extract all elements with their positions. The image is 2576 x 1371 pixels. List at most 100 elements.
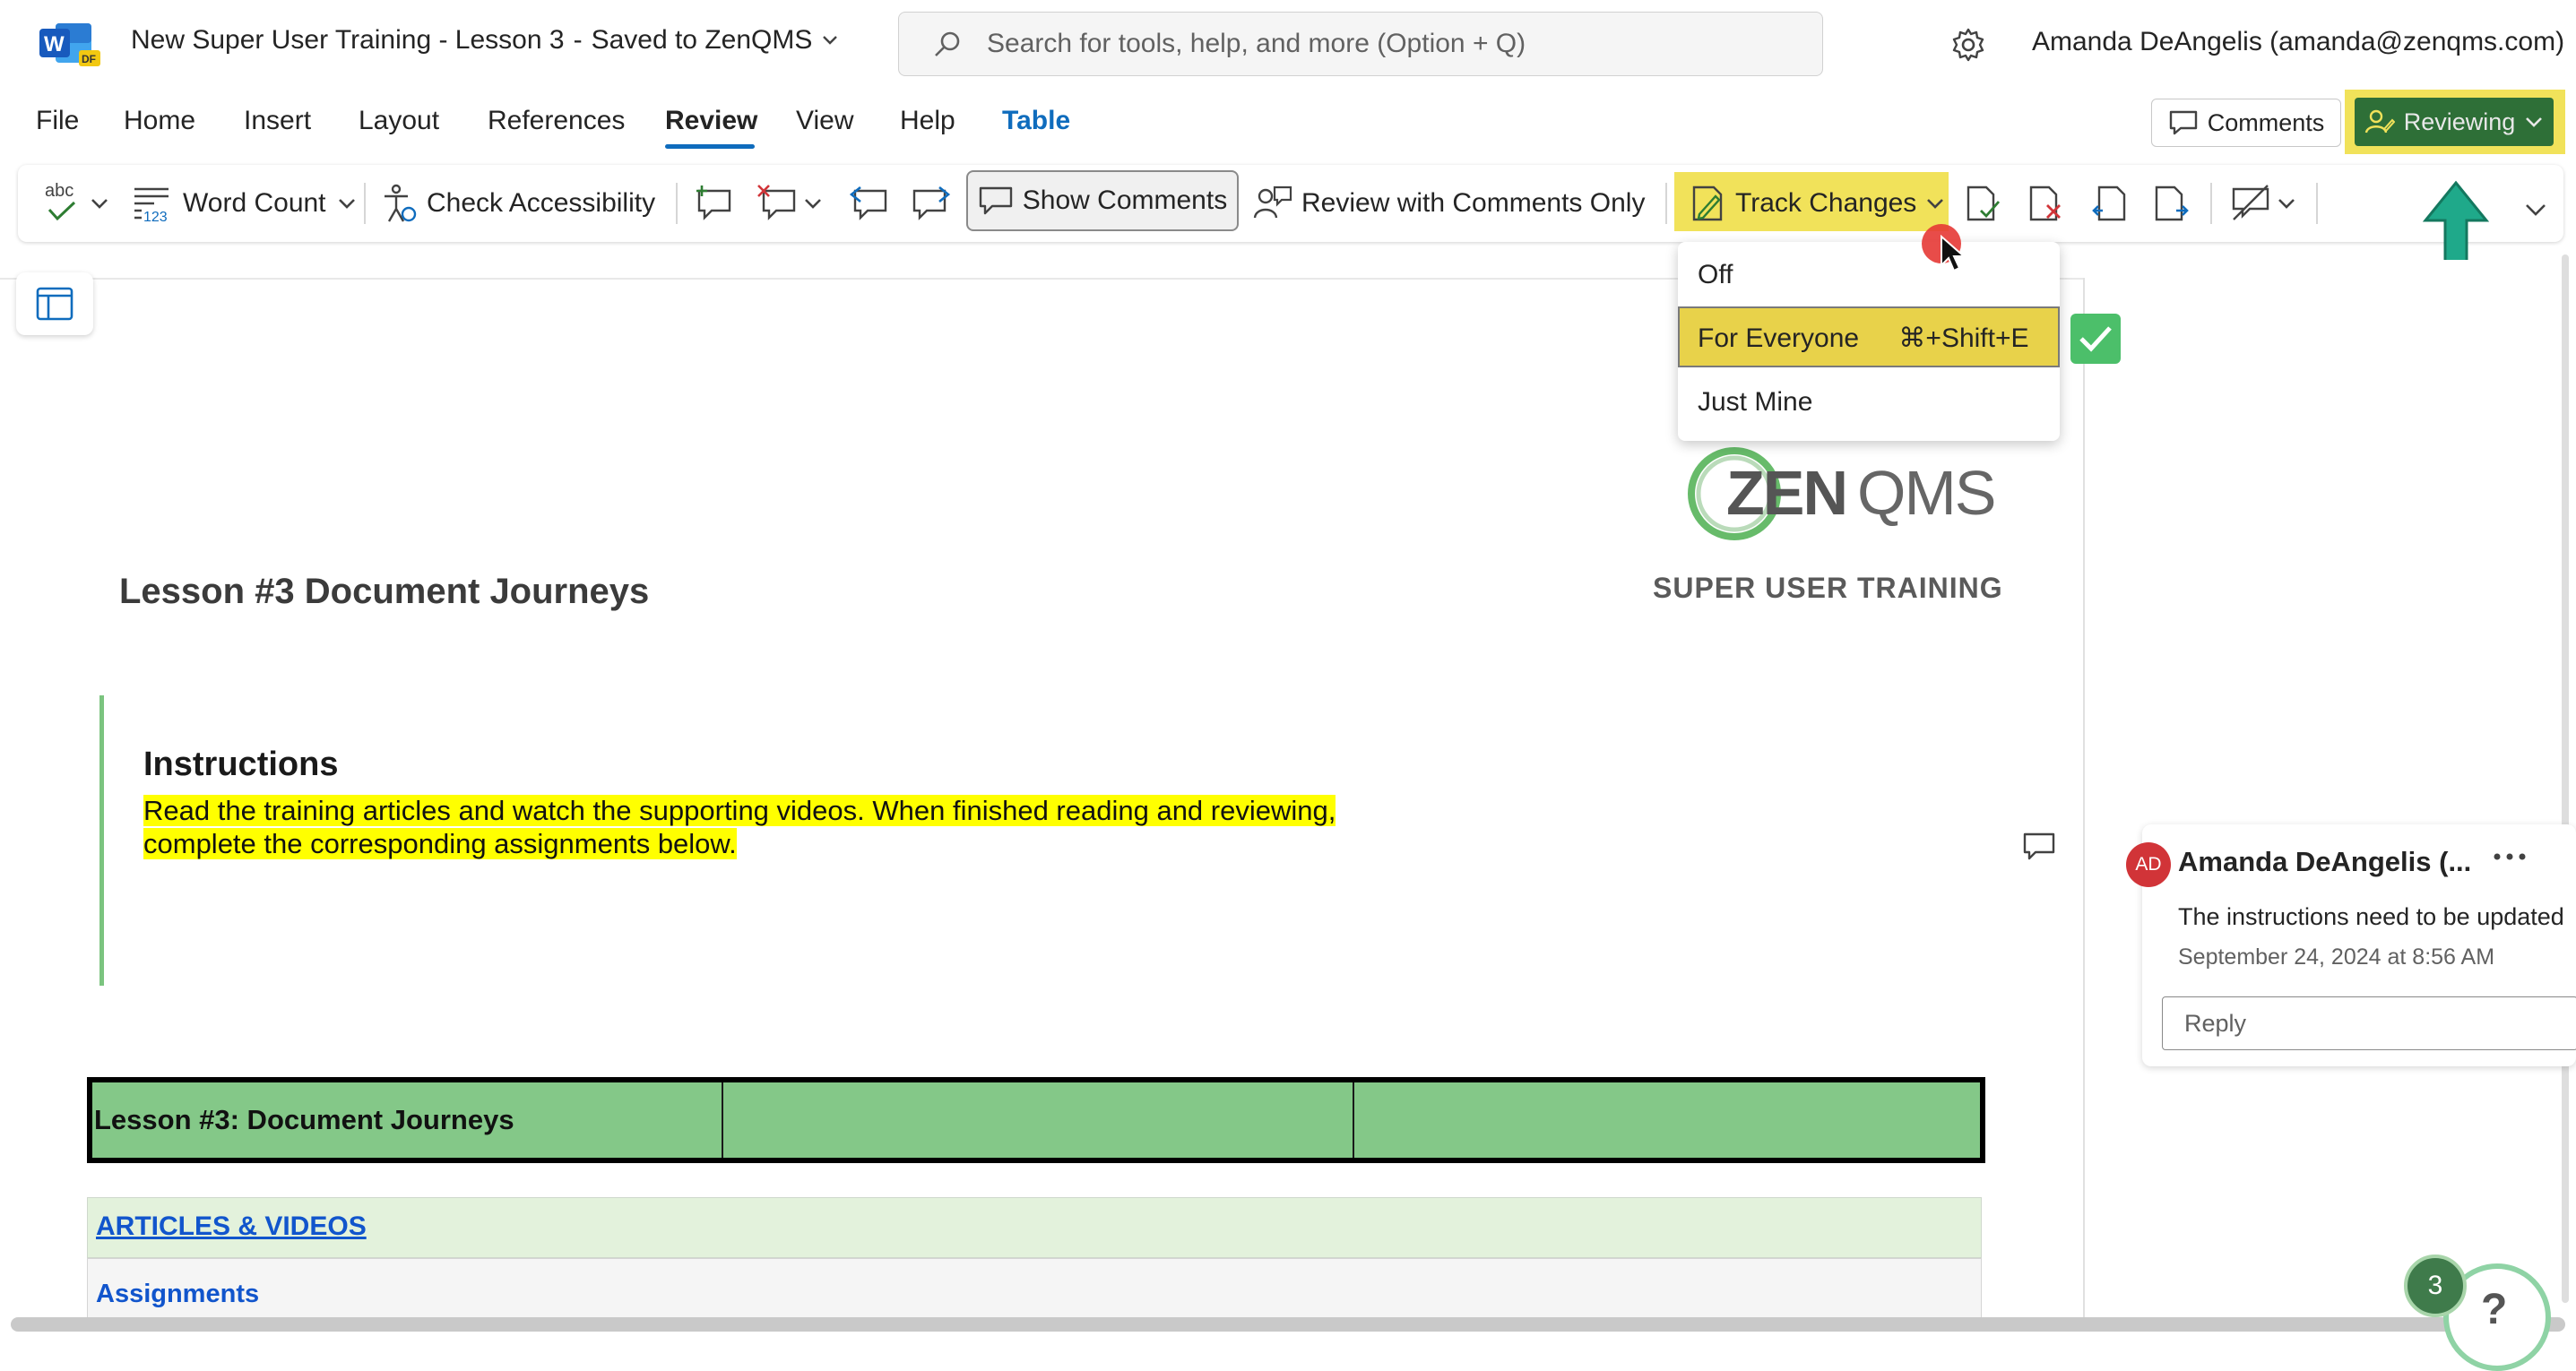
previous-comment-icon xyxy=(849,185,887,220)
menu-item-for-everyone[interactable]: For Everyone ⌘+Shift+E xyxy=(1698,323,2029,354)
comments-button[interactable]: Comments xyxy=(2151,99,2341,147)
assignments-link[interactable]: Assignments xyxy=(96,1280,259,1309)
reject-change-button[interactable] xyxy=(2027,181,2065,226)
instructions-line-2: complete the corresponding assignments b… xyxy=(143,828,737,859)
show-comments-button[interactable]: Show Comments xyxy=(966,170,1239,231)
chevron-down-icon xyxy=(91,199,108,209)
svg-text:DF: DF xyxy=(82,53,96,65)
reviewer-comment-icon xyxy=(1253,185,1292,219)
spelling-button[interactable]: abc xyxy=(43,181,109,226)
table-row xyxy=(87,1197,1982,1258)
chevron-down-icon xyxy=(823,36,838,45)
document-title[interactable]: New Super User Training - Lesson 3 - Sav… xyxy=(131,25,839,56)
tab-help[interactable]: Help xyxy=(900,106,955,136)
document-heading: Lesson #3 Document Journeys xyxy=(119,572,650,611)
accessibility-icon xyxy=(385,184,417,222)
horizontal-scrollbar[interactable] xyxy=(11,1317,2565,1332)
tab-view[interactable]: View xyxy=(796,106,853,136)
mouse-cursor-icon xyxy=(1940,235,1967,274)
help-question-icon: ? xyxy=(2481,1286,2508,1333)
next-comment-button[interactable] xyxy=(911,181,952,226)
track-changes-button[interactable]: Track Changes xyxy=(1690,181,1945,226)
logo-zen: ZEN xyxy=(1726,458,1848,528)
menu-item-off[interactable]: Off xyxy=(1698,260,1733,290)
word-app-icon[interactable]: W DF xyxy=(39,20,100,66)
logo-subtitle: SUPER USER TRAINING xyxy=(1653,572,2003,604)
search-input[interactable]: Search for tools, help, and more (Option… xyxy=(898,12,1823,76)
user-account[interactable]: Amanda DeAngelis (amanda@zenqms.com) xyxy=(2032,27,2564,57)
next-change-icon xyxy=(2155,185,2189,221)
avatar: AD xyxy=(2126,842,2171,887)
delete-comment-button[interactable] xyxy=(756,181,823,226)
comment-marker-icon[interactable] xyxy=(2022,832,2056,862)
page-right-edge xyxy=(2083,278,2085,1317)
comment-date: September 24, 2024 at 8:56 AM xyxy=(2178,944,2495,970)
reviewing-button-label: Reviewing xyxy=(2403,108,2516,135)
comment-author: Amanda DeAngelis (... xyxy=(2178,846,2472,877)
ribbon-collapse-chevron-icon[interactable] xyxy=(2524,203,2547,217)
active-tab-indicator xyxy=(665,144,755,149)
navigation-pane-button[interactable] xyxy=(16,272,93,335)
more-options-icon[interactable] xyxy=(2492,851,2528,862)
settings-gear-icon[interactable] xyxy=(1950,27,1986,63)
accept-change-button[interactable] xyxy=(1965,181,2002,226)
search-icon xyxy=(935,31,960,56)
previous-change-button[interactable] xyxy=(2090,181,2128,226)
tab-insert[interactable]: Insert xyxy=(244,106,311,136)
navigation-pane-icon xyxy=(36,287,73,321)
reply-placeholder: Reply xyxy=(2184,1010,2247,1037)
comment-icon xyxy=(2169,110,2197,135)
word-count-icon: 123 xyxy=(134,187,169,223)
ribbon-separator xyxy=(1665,183,1667,224)
protect-document-button[interactable] xyxy=(2230,181,2296,226)
reply-input[interactable]: Reply xyxy=(2162,996,2576,1050)
reviewing-mode-button[interactable]: Reviewing xyxy=(2355,98,2554,146)
notification-count-badge[interactable]: 3 xyxy=(2404,1255,2467,1317)
previous-comment-button[interactable] xyxy=(848,181,889,226)
delete-comment-icon xyxy=(757,185,796,220)
word-count-button[interactable]: 123 Word Count xyxy=(133,181,357,226)
menu-item-just-mine[interactable]: Just Mine xyxy=(1698,387,1812,418)
save-status: Saved to ZenQMS xyxy=(591,25,813,55)
selected-check-icon xyxy=(2070,314,2121,364)
tab-review[interactable]: Review xyxy=(665,106,757,136)
new-comment-button[interactable] xyxy=(694,181,735,226)
check-accessibility-button[interactable]: Check Accessibility xyxy=(382,181,655,226)
articles-videos-link[interactable]: ARTICLES & VIDEOS xyxy=(96,1211,367,1242)
comments-button-label: Comments xyxy=(2207,108,2325,136)
next-comment-icon xyxy=(912,185,951,220)
instructions-line-1: Read the training articles and watch the… xyxy=(143,795,1336,826)
ribbon-separator xyxy=(364,183,366,224)
review-with-comments-only-button[interactable]: Review with Comments Only xyxy=(1253,181,1645,226)
check-accessibility-label: Check Accessibility xyxy=(427,188,656,218)
instructions-text[interactable]: Read the training articles and watch the… xyxy=(143,794,1398,860)
instructions-border xyxy=(99,695,104,986)
tab-file[interactable]: File xyxy=(36,106,79,136)
next-change-button[interactable] xyxy=(2153,181,2191,226)
chevron-down-icon xyxy=(805,199,821,209)
previous-change-icon xyxy=(2092,185,2126,221)
ribbon-separator xyxy=(2316,183,2318,224)
table-header-cell: Lesson #3: Document Journeys xyxy=(94,1104,514,1135)
tab-layout[interactable]: Layout xyxy=(359,106,439,136)
tab-home[interactable]: Home xyxy=(124,106,195,136)
tab-table[interactable]: Table xyxy=(1002,106,1070,136)
comment-text: The instructions need to be updated xyxy=(2178,903,2563,930)
track-changes-icon xyxy=(1692,185,1723,221)
reject-change-icon xyxy=(2029,185,2061,221)
for-everyone-shortcut: ⌘+Shift+E xyxy=(1898,323,2029,353)
comment-icon xyxy=(979,186,1012,215)
chevron-down-icon xyxy=(2278,199,2295,209)
reviewer-icon xyxy=(2364,109,2395,134)
track-changes-label: Track Changes xyxy=(1735,188,1917,218)
vertical-scrollbar[interactable] xyxy=(2562,254,2569,1303)
logo-qms: QMS xyxy=(1857,458,1996,528)
spelling-icon: abc xyxy=(43,181,79,226)
document-name: New Super User Training - Lesson 3 xyxy=(131,25,565,55)
tab-references[interactable]: References xyxy=(488,106,625,136)
chevron-down-icon xyxy=(1927,199,1944,209)
word-count-label: Word Count xyxy=(183,188,326,218)
search-placeholder: Search for tools, help, and more (Option… xyxy=(987,29,1526,58)
accept-change-icon xyxy=(1967,185,2001,221)
review-with-comments-only-label: Review with Comments Only xyxy=(1301,188,1646,218)
